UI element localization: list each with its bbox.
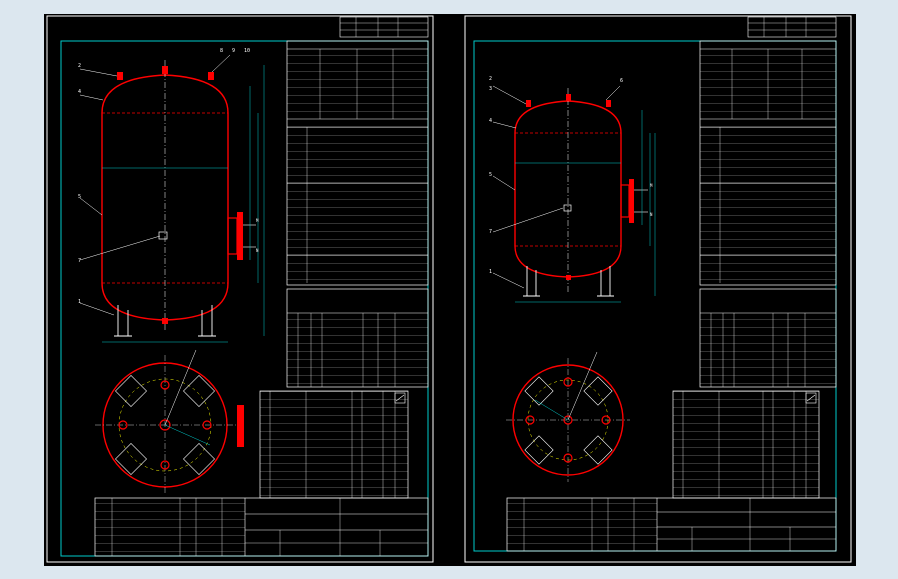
balloon-label: 3 xyxy=(489,86,492,92)
balloon-label: 10 xyxy=(244,48,250,54)
balloon-label: 2 xyxy=(489,76,492,82)
balloon-label: 8 xyxy=(220,48,223,54)
manhole-flange xyxy=(629,179,634,223)
parts-list-left xyxy=(259,390,409,499)
balloon-label: 5 xyxy=(489,172,492,178)
technical-data-table-left xyxy=(286,40,429,286)
drain-nozzle xyxy=(162,318,168,324)
cad-drawing-canvas: 2 4 5 7 1 8 9 10 M N 2 3 4 5 7 1 6 M N xyxy=(0,0,898,579)
balloon-label: 2 xyxy=(78,63,81,69)
balloon-label: 1 xyxy=(78,299,81,305)
balloon-label: 7 xyxy=(489,229,492,235)
balloon-label: 9 xyxy=(232,48,235,54)
manhole-flange xyxy=(237,212,243,260)
parts-list-right xyxy=(672,390,820,499)
top-nozzle xyxy=(606,100,611,107)
top-nozzle xyxy=(208,72,214,80)
top-nozzle xyxy=(566,94,571,101)
drain-nozzle xyxy=(566,275,571,280)
balloon-label: 4 xyxy=(489,118,492,124)
balloon-label: 5 xyxy=(78,194,81,200)
top-nozzle xyxy=(117,72,123,80)
technical-data-table-right xyxy=(699,40,837,286)
balloon-label: 1 xyxy=(489,269,492,275)
top-nozzle xyxy=(526,100,531,107)
balloon-label: 7 xyxy=(78,258,81,264)
balloon-label: 6 xyxy=(620,78,623,84)
top-nozzle xyxy=(162,66,168,74)
plan-manhole xyxy=(237,405,244,447)
balloon-label: 4 xyxy=(78,89,81,95)
